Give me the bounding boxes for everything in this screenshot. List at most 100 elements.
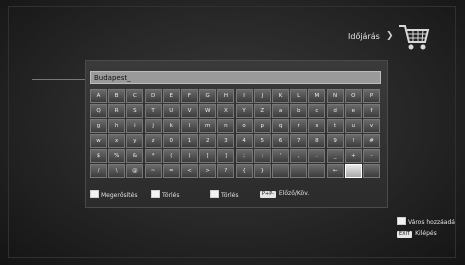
keyboard-key[interactable]: y <box>126 134 144 148</box>
keyboard-key[interactable]: b <box>290 104 308 118</box>
keyboard-key[interactable]: / <box>90 164 107 178</box>
keyboard-key[interactable]: : <box>253 149 271 163</box>
keyboard-key[interactable]: < <box>181 164 198 178</box>
keyboard-key[interactable]: > <box>199 164 217 178</box>
keyboard-key[interactable] <box>363 164 380 178</box>
keyboard-key[interactable]: o <box>235 119 253 133</box>
keyboard-key[interactable]: 9 <box>326 134 344 148</box>
keyboard-key[interactable]: 7 <box>290 134 308 148</box>
keyboard-key[interactable]: ← <box>326 164 344 178</box>
keyboard-key[interactable]: e <box>344 104 362 118</box>
keyboard-key[interactable]: c <box>308 104 326 118</box>
keyboard-key[interactable]: F <box>181 89 198 103</box>
keyboard-key[interactable]: G <box>199 89 217 103</box>
keyboard-key[interactable]: ( <box>162 149 180 163</box>
keyboard-key[interactable]: ' <box>272 149 289 163</box>
keyboard-key[interactable]: 2 <box>199 134 217 148</box>
keyboard-key[interactable]: M <box>308 89 326 103</box>
keyboard-key[interactable]: & <box>126 149 144 163</box>
keyboard-key[interactable]: Q <box>90 104 107 118</box>
keyboard-key[interactable]: 4 <box>235 134 253 148</box>
keyboard-key[interactable]: E <box>162 89 180 103</box>
keyboard-key[interactable]: Y <box>235 104 253 118</box>
keyboard-key[interactable]: t <box>326 119 344 133</box>
keyboard-key[interactable]: ) <box>181 149 198 163</box>
keyboard-key[interactable]: g <box>90 119 107 133</box>
keyboard-key[interactable]: B <box>108 89 126 103</box>
keyboard-key[interactable]: ~ <box>144 164 162 178</box>
keyboard-key[interactable]: H <box>217 89 235 103</box>
keyboard-key[interactable]: W <box>199 104 217 118</box>
keyboard-key[interactable]: i <box>126 119 144 133</box>
keyboard-key[interactable]: 5 <box>253 134 271 148</box>
keyboard-key[interactable]: D <box>144 89 162 103</box>
keyboard-key[interactable]: ? <box>217 164 235 178</box>
keyboard-key[interactable]: , <box>290 149 308 163</box>
keyboard-key[interactable]: 6 <box>272 134 289 148</box>
keyboard-key[interactable]: a <box>272 104 289 118</box>
keyboard-key[interactable]: L <box>290 89 308 103</box>
keyboard-key[interactable]: @ <box>126 164 144 178</box>
keyboard-key[interactable]: - <box>363 149 380 163</box>
keyboard-key[interactable]: Z <box>253 104 271 118</box>
keyboard-key[interactable]: J <box>253 89 271 103</box>
keyboard-key[interactable]: r <box>290 119 308 133</box>
keyboard-key[interactable]: * <box>144 149 162 163</box>
keyboard-key[interactable] <box>272 164 289 178</box>
keyboard-key[interactable]: p <box>253 119 271 133</box>
keyboard-key[interactable]: N <box>326 89 344 103</box>
keyboard-key[interactable]: I <box>235 89 253 103</box>
keyboard-key[interactable]: C <box>126 89 144 103</box>
keyboard-key[interactable]: } <box>253 164 271 178</box>
keyboard-key[interactable]: R <box>108 104 126 118</box>
keyboard-key[interactable]: h <box>108 119 126 133</box>
keyboard-key[interactable]: 1 <box>181 134 198 148</box>
keyboard-key[interactable] <box>344 164 362 178</box>
keyboard-key[interactable]: . <box>308 149 326 163</box>
keyboard-key[interactable]: U <box>162 104 180 118</box>
keyboard-key[interactable]: P <box>363 89 380 103</box>
keyboard-key[interactable]: ! <box>344 134 362 148</box>
keyboard-key[interactable]: n <box>217 119 235 133</box>
keyboard-key[interactable]: [ <box>199 149 217 163</box>
keyboard-key[interactable]: x <box>108 134 126 148</box>
keyboard-key[interactable]: V <box>181 104 198 118</box>
keyboard-key[interactable]: T <box>144 104 162 118</box>
keyboard-key[interactable]: f <box>363 104 380 118</box>
keyboard-key[interactable]: d <box>326 104 344 118</box>
keyboard-key[interactable]: { <box>235 164 253 178</box>
keyboard-key[interactable]: j <box>144 119 162 133</box>
keyboard-key[interactable]: X <box>217 104 235 118</box>
keyboard-key[interactable]: l <box>181 119 198 133</box>
white-square-icon <box>210 190 219 198</box>
keyboard-key[interactable]: w <box>90 134 107 148</box>
keyboard-key[interactable]: + <box>344 149 362 163</box>
keyboard-key[interactable]: 8 <box>308 134 326 148</box>
keyboard-key[interactable]: m <box>199 119 217 133</box>
keyboard-key[interactable]: s <box>308 119 326 133</box>
keyboard-key[interactable]: u <box>344 119 362 133</box>
keyboard-key[interactable]: \ <box>108 164 126 178</box>
keyboard-key[interactable] <box>290 164 308 178</box>
keyboard-key[interactable]: K <box>272 89 289 103</box>
legend-delete-label: Törlés <box>221 192 239 199</box>
keyboard-key[interactable]: _ <box>326 149 344 163</box>
legend-delete-2: Törlés <box>210 190 239 200</box>
keyboard-key[interactable]: = <box>162 164 180 178</box>
keyboard-key[interactable]: O <box>344 89 362 103</box>
keyboard-key[interactable]: z <box>144 134 162 148</box>
keyboard-key[interactable]: A <box>90 89 107 103</box>
keyboard-key[interactable]: 0 <box>162 134 180 148</box>
keyboard-key[interactable]: $ <box>90 149 107 163</box>
keyboard-key[interactable]: k <box>162 119 180 133</box>
keyboard-key[interactable] <box>308 164 326 178</box>
keyboard-key[interactable]: # <box>363 134 380 148</box>
keyboard-key[interactable]: v <box>363 119 380 133</box>
keyboard-key[interactable]: % <box>108 149 126 163</box>
keyboard-key[interactable]: q <box>272 119 289 133</box>
keyboard-key[interactable]: S <box>126 104 144 118</box>
city-input[interactable]: Budapest_ <box>90 71 381 84</box>
keyboard-key[interactable]: 3 <box>217 134 235 148</box>
keyboard-key[interactable]: ; <box>235 149 253 163</box>
keyboard-key[interactable]: ] <box>217 149 235 163</box>
